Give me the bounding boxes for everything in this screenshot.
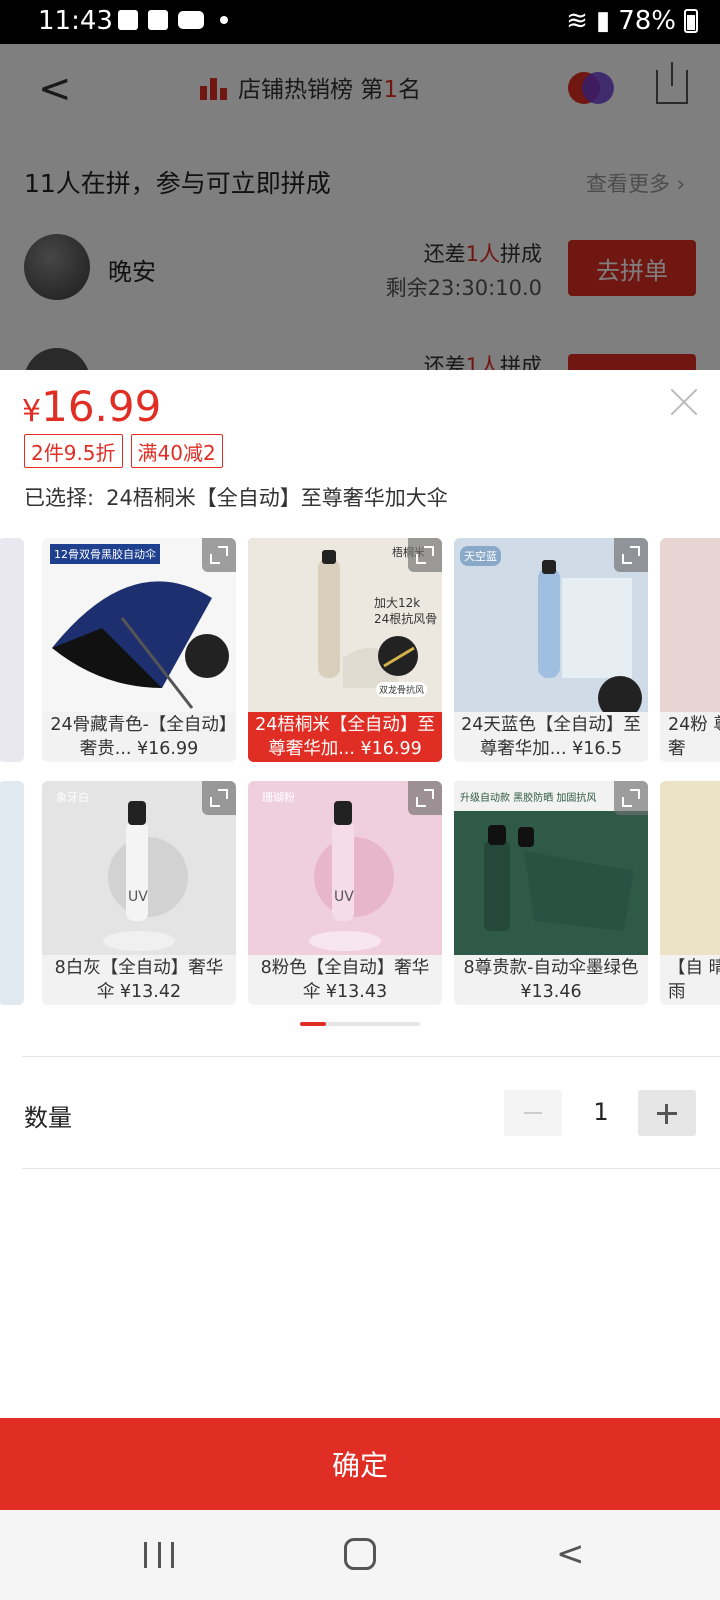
variant-card[interactable]: 象牙白 UV 8白灰【全自动】奢华伞 ¥13.42 — [42, 781, 236, 1005]
variant-card[interactable]: 【自 晴雨 — [660, 781, 720, 1005]
signal-icon: ▮ — [595, 6, 611, 36]
expand-icon[interactable] — [202, 538, 236, 572]
variant-card[interactable]: 12骨双骨黑胶自动伞 24骨藏青色-【全自动】奢贵... ¥16.99 — [42, 538, 236, 762]
status-right: ≋ ▮ 78% — [566, 6, 698, 36]
home-icon[interactable] — [344, 1538, 376, 1570]
close-icon[interactable] — [664, 382, 704, 422]
expand-icon[interactable] — [202, 781, 236, 815]
battery-level: 78% — [618, 6, 676, 36]
promo-tag: 满40减2 — [130, 434, 223, 468]
dim-overlay[interactable] — [0, 44, 720, 370]
variant-card[interactable]: 升级自动款 黑胶防晒 加固抗风 8尊贵款-自动伞墨绿色 ¥13.46 — [454, 781, 648, 1005]
promo-tag: 2件9.5折 — [24, 434, 123, 468]
variant-peek — [0, 538, 24, 762]
variant-card-selected[interactable]: 梧桐米 加大12k 24根抗风骨 双龙骨抗风 24梧桐米【全自动】至尊奢华加..… — [248, 538, 442, 762]
promo-tags: 2件9.5折 满40减2 — [24, 434, 223, 468]
sku-selector-sheet: ¥16.99 2件9.5折 满40减2 已选择: 24梧桐米【全自动】至尊奢华加大… — [0, 370, 720, 1510]
variant-caption: 【自 晴雨 — [668, 958, 720, 1002]
battery-icon — [684, 9, 698, 33]
divider — [22, 1168, 720, 1169]
expand-icon[interactable] — [408, 538, 442, 572]
quantity-value[interactable]: 1 — [570, 1098, 632, 1126]
variant-caption: 8粉色【全自动】奢华伞 ¥13.43 — [260, 958, 430, 1002]
gallery-icon — [118, 10, 138, 30]
expand-icon[interactable] — [614, 538, 648, 572]
expand-icon[interactable] — [614, 781, 648, 815]
variant-caption: 24粉 尊奢 — [668, 715, 720, 759]
variant-caption: 8尊贵款-自动伞墨绿色 ¥13.46 — [463, 958, 639, 1002]
status-time: 11:43 — [38, 6, 113, 36]
system-nav-bar: < — [0, 1510, 720, 1600]
more-notifications-icon — [220, 16, 228, 24]
variant-image — [660, 538, 720, 712]
variant-caption: 24梧桐米【全自动】至尊奢华加... ¥16.99 — [248, 712, 442, 762]
variant-card[interactable]: 珊瑚粉 UV 8粉色【全自动】奢华伞 ¥13.43 — [248, 781, 442, 1005]
variant-card[interactable]: 24粉 尊奢 — [660, 538, 720, 762]
expand-icon[interactable] — [408, 781, 442, 815]
scroll-thumb — [300, 1022, 326, 1026]
screen: 11:43 ≋ ▮ 78% < 店铺热销榜 第1名 — [0, 0, 720, 1600]
variant-peek — [0, 781, 24, 1005]
quantity-decrement-button[interactable] — [504, 1090, 562, 1136]
divider — [22, 1056, 720, 1057]
variant-caption: 24骨藏青色-【全自动】奢贵... ¥16.99 — [50, 715, 228, 759]
wifi-icon: ≋ — [566, 6, 588, 36]
variant-grid: 12骨双骨黑胶自动伞 24骨藏青色-【全自动】奢贵... ¥16.99 加大12… — [0, 538, 720, 1008]
variant-caption: 24天蓝色【全自动】至尊奢华加... ¥16.5 — [461, 715, 641, 759]
status-bar: 11:43 ≋ ▮ 78% — [0, 0, 720, 44]
variant-card[interactable]: 天空蓝 24天蓝色【全自动】至尊奢华加... ¥16.5 — [454, 538, 648, 762]
variant-scroll-indicator — [300, 1022, 420, 1026]
price: ¥16.99 — [22, 382, 162, 431]
quantity-label: 数量 — [24, 1104, 72, 1132]
selected-variant: 已选择: 24梧桐米【全自动】至尊奢华加大伞 — [24, 486, 448, 510]
recent-apps-icon[interactable] — [144, 1542, 174, 1568]
quantity-increment-button[interactable] — [638, 1090, 696, 1136]
confirm-button[interactable]: 确定 — [0, 1418, 720, 1510]
variant-image — [660, 781, 720, 955]
youtube-icon — [178, 11, 204, 29]
facebook-icon — [148, 10, 168, 30]
notification-icons — [118, 10, 228, 30]
back-nav-icon[interactable]: < — [556, 1534, 585, 1574]
variant-caption: 8白灰【全自动】奢华伞 ¥13.42 — [54, 958, 224, 1002]
